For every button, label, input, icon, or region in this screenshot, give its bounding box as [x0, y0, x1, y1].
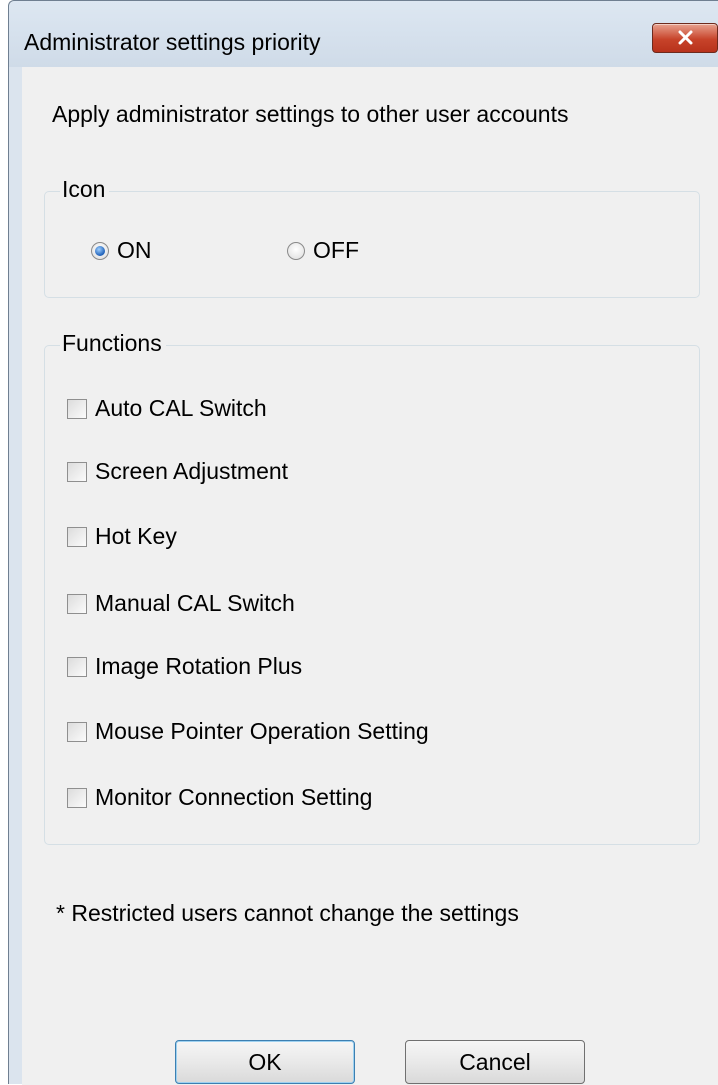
icon-group-legend: Icon — [60, 176, 110, 203]
checkbox-label: Manual CAL Switch — [95, 590, 295, 616]
checkbox-label: Mouse Pointer Operation Setting — [95, 718, 429, 744]
radio-off-label: OFF — [313, 237, 359, 263]
ok-button[interactable]: OK — [175, 1040, 355, 1084]
window-title: Administrator settings priority — [24, 29, 321, 55]
checkbox-manual-cal-switch[interactable] — [67, 593, 87, 614]
dialog-heading: Apply administrator settings to other us… — [52, 101, 569, 127]
dialog-window: Administrator settings priority Apply ad… — [8, 0, 718, 1085]
dialog-client-area: Apply administrator settings to other us… — [22, 67, 718, 1085]
functions-group-legend: Functions — [60, 330, 166, 357]
checkbox-label: Auto CAL Switch — [95, 395, 267, 421]
checkbox-label: Monitor Connection Setting — [95, 784, 373, 810]
close-x-icon — [678, 30, 693, 45]
restriction-note: * Restricted users cannot change the set… — [56, 900, 519, 926]
title-bar[interactable]: Administrator settings priority — [9, 1, 718, 67]
checkbox-row-image-rotation-plus[interactable]: Image Rotation Plus — [67, 653, 302, 680]
checkbox-row-mouse-pointer-operation-setting[interactable]: Mouse Pointer Operation Setting — [67, 718, 429, 745]
cancel-button[interactable]: Cancel — [405, 1040, 585, 1084]
close-button[interactable] — [652, 23, 718, 53]
icon-group: Icon ON OFF — [44, 176, 700, 298]
checkbox-row-auto-cal-switch[interactable]: Auto CAL Switch — [67, 395, 267, 422]
checkbox-row-monitor-connection-setting[interactable]: Monitor Connection Setting — [67, 784, 372, 811]
checkbox-row-manual-cal-switch[interactable]: Manual CAL Switch — [67, 590, 295, 617]
radio-option-on[interactable]: ON — [91, 237, 152, 264]
checkbox-hot-key[interactable] — [67, 526, 87, 547]
checkbox-monitor-connection-setting[interactable] — [67, 787, 87, 808]
radio-off-indicator[interactable] — [287, 241, 305, 260]
checkbox-mouse-pointer-operation-setting[interactable] — [67, 721, 87, 742]
radio-option-off[interactable]: OFF — [287, 237, 359, 264]
checkbox-image-rotation-plus[interactable] — [67, 656, 87, 677]
checkbox-label: Hot Key — [95, 523, 177, 549]
checkbox-label: Image Rotation Plus — [95, 653, 303, 679]
functions-group: Functions Auto CAL Switch Screen Adjustm… — [44, 330, 700, 845]
checkbox-screen-adjustment[interactable] — [67, 461, 87, 482]
checkbox-auto-cal-switch[interactable] — [67, 398, 87, 419]
checkbox-row-hot-key[interactable]: Hot Key — [67, 523, 177, 550]
checkbox-row-screen-adjustment[interactable]: Screen Adjustment — [67, 458, 288, 485]
radio-on-indicator[interactable] — [91, 241, 109, 260]
checkbox-label: Screen Adjustment — [95, 458, 289, 484]
radio-on-label: ON — [117, 237, 152, 263]
